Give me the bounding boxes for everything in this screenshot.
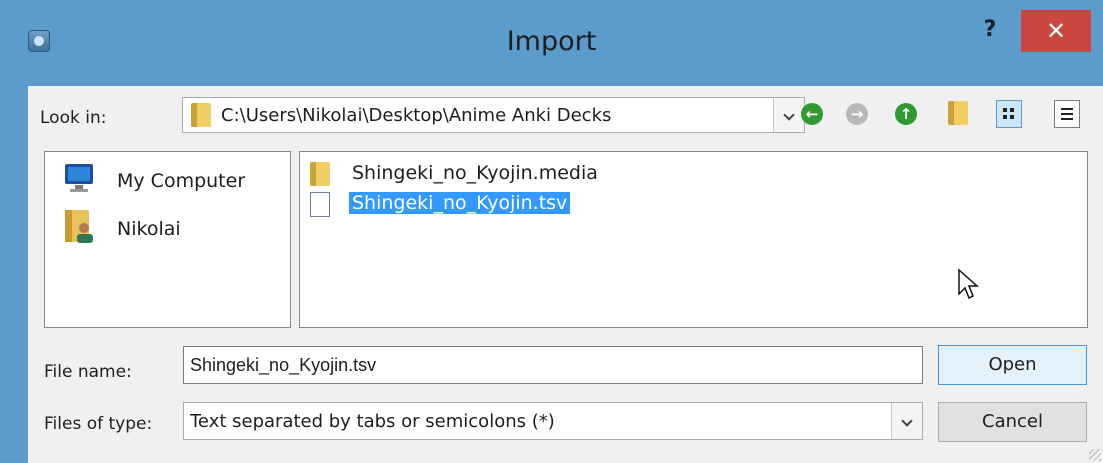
help-button[interactable]: ?: [974, 14, 1006, 46]
look-in-label: Look in:: [40, 108, 107, 128]
import-dialog: Import ? ✕ Look in: C:\Users\Nikolai\Des…: [0, 0, 1103, 463]
chevron-down-icon[interactable]: [773, 98, 804, 132]
list-view-icon[interactable]: [996, 100, 1022, 128]
look-in-path: C:\Users\Nikolai\Desktop\Anime Anki Deck…: [221, 105, 612, 126]
detail-view-icon[interactable]: [1054, 100, 1080, 128]
file-name: Shingeki_no_Kyojin.media: [352, 162, 598, 184]
folder-icon: [191, 103, 211, 127]
file-name-label: File name:: [44, 362, 132, 382]
sidebar-item-label: Nikolai: [117, 218, 181, 240]
places-sidebar: My Computer Nikolai: [44, 151, 291, 328]
up-arrow-icon[interactable]: ↑: [895, 103, 917, 125]
close-button[interactable]: ✕: [1021, 10, 1091, 52]
open-button[interactable]: Open: [938, 345, 1087, 385]
dialog-body: Look in: C:\Users\Nikolai\Desktop\Anime …: [28, 86, 1103, 463]
file-type-label: Files of type:: [44, 414, 153, 434]
back-arrow-icon[interactable]: ←: [801, 103, 823, 125]
forward-arrow-icon[interactable]: →: [846, 103, 868, 125]
file-list[interactable]: Shingeki_no_Kyojin.media Shingeki_no_Kyo…: [299, 151, 1088, 328]
computer-icon: [65, 164, 93, 192]
user-folder-icon: [65, 210, 93, 243]
file-type-value: Text separated by tabs or semicolons (*): [190, 411, 555, 432]
new-folder-icon[interactable]: [948, 101, 968, 125]
file-name-input[interactable]: [183, 346, 923, 384]
look-in-combobox[interactable]: C:\Users\Nikolai\Desktop\Anime Anki Deck…: [182, 97, 805, 133]
file-type-select[interactable]: Text separated by tabs or semicolons (*): [183, 402, 923, 440]
cancel-button[interactable]: Cancel: [938, 402, 1087, 442]
title-bar[interactable]: Import ? ✕: [0, 0, 1103, 86]
resize-grip[interactable]: [1089, 449, 1101, 461]
folder-icon: [310, 162, 330, 186]
file-name: Shingeki_no_Kyojin.tsv: [349, 192, 571, 214]
document-icon: [310, 192, 330, 217]
mouse-cursor-icon: [958, 268, 979, 300]
window-title: Import: [506, 26, 597, 57]
chevron-down-icon[interactable]: [891, 403, 922, 439]
sidebar-item-label: My Computer: [117, 170, 246, 192]
